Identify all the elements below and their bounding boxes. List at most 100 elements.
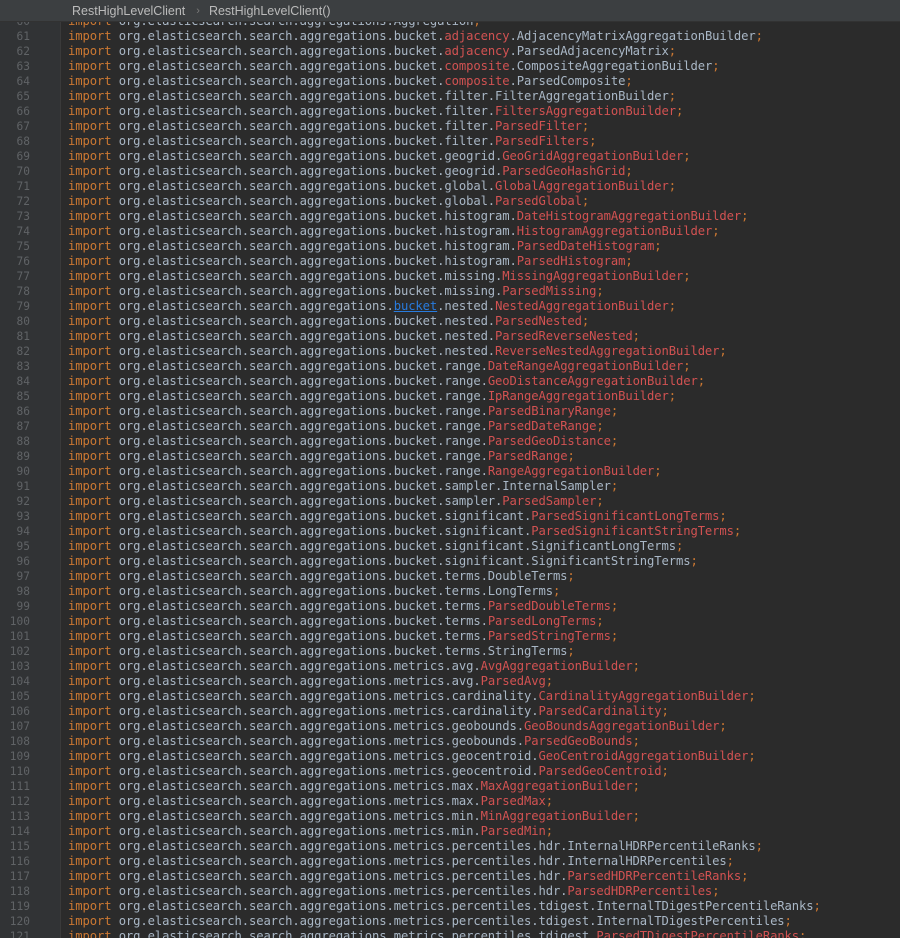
code-text[interactable]: import org.elasticsearch.search.aggregat… (68, 419, 604, 434)
code-text[interactable]: import org.elasticsearch.search.aggregat… (68, 269, 691, 284)
code-line[interactable]: 76 import org.elasticsearch.search.aggreg… (0, 254, 900, 269)
code-line[interactable]: 103 import org.elasticsearch.search.aggre… (0, 659, 900, 674)
code-line[interactable]: 106 import org.elasticsearch.search.aggre… (0, 704, 900, 719)
breadcrumb-item-method[interactable]: RestHighLevelClient() (209, 4, 331, 18)
code-text[interactable]: import org.elasticsearch.search.aggregat… (68, 299, 676, 314)
code-line[interactable]: 65 import org.elasticsearch.search.aggreg… (0, 89, 900, 104)
code-text[interactable]: import org.elasticsearch.search.aggregat… (68, 89, 676, 104)
code-line[interactable]: 107 import org.elasticsearch.search.aggre… (0, 719, 900, 734)
code-line[interactable]: 108 import org.elasticsearch.search.aggre… (0, 734, 900, 749)
code-text[interactable]: import org.elasticsearch.search.aggregat… (68, 239, 662, 254)
code-line[interactable]: 102 import org.elasticsearch.search.aggre… (0, 644, 900, 659)
code-line[interactable]: 113 import org.elasticsearch.search.aggre… (0, 809, 900, 824)
code-line[interactable]: 118 import org.elasticsearch.search.aggre… (0, 884, 900, 899)
code-text[interactable]: import org.elasticsearch.search.aggregat… (68, 524, 741, 539)
code-text[interactable]: import org.elasticsearch.search.aggregat… (68, 389, 676, 404)
code-line[interactable]: 72 import org.elasticsearch.search.aggreg… (0, 194, 900, 209)
code-line[interactable]: 99 import org.elasticsearch.search.aggreg… (0, 599, 900, 614)
code-text[interactable]: import org.elasticsearch.search.aggregat… (68, 29, 763, 44)
code-text[interactable]: import org.elasticsearch.search.aggregat… (68, 284, 604, 299)
code-line[interactable]: 91 import org.elasticsearch.search.aggreg… (0, 479, 900, 494)
code-line[interactable]: 68 import org.elasticsearch.search.aggreg… (0, 134, 900, 149)
code-line[interactable]: 71 import org.elasticsearch.search.aggreg… (0, 179, 900, 194)
code-text[interactable]: import org.elasticsearch.search.aggregat… (68, 554, 698, 569)
code-text[interactable]: import org.elasticsearch.search.aggregat… (68, 44, 676, 59)
code-line[interactable]: 64 import org.elasticsearch.search.aggreg… (0, 74, 900, 89)
code-text[interactable]: import org.elasticsearch.search.aggregat… (68, 569, 575, 584)
code-line[interactable]: 88 import org.elasticsearch.search.aggreg… (0, 434, 900, 449)
breadcrumb-item-class[interactable]: RestHighLevelClient (72, 4, 185, 18)
code-line[interactable]: 93 import org.elasticsearch.search.aggreg… (0, 509, 900, 524)
code-text[interactable]: import org.elasticsearch.search.aggregat… (68, 149, 691, 164)
code-line[interactable]: 83 import org.elasticsearch.search.aggreg… (0, 359, 900, 374)
code-text[interactable]: import org.elasticsearch.search.aggregat… (68, 134, 596, 149)
code-text[interactable]: import org.elasticsearch.search.aggregat… (68, 119, 589, 134)
code-text[interactable]: import org.elasticsearch.search.aggregat… (68, 914, 792, 929)
code-text[interactable]: import org.elasticsearch.search.aggregat… (68, 179, 676, 194)
code-line[interactable]: 69 import org.elasticsearch.search.aggreg… (0, 149, 900, 164)
code-line[interactable]: 89 import org.elasticsearch.search.aggreg… (0, 449, 900, 464)
code-line[interactable]: 73 import org.elasticsearch.search.aggreg… (0, 209, 900, 224)
code-line[interactable]: 114 import org.elasticsearch.search.aggre… (0, 824, 900, 839)
code-line[interactable]: 85 import org.elasticsearch.search.aggreg… (0, 389, 900, 404)
code-text[interactable]: import org.elasticsearch.search.aggregat… (68, 689, 756, 704)
code-line[interactable]: 70 import org.elasticsearch.search.aggreg… (0, 164, 900, 179)
code-text[interactable]: import org.elasticsearch.search.aggregat… (68, 314, 589, 329)
code-text[interactable]: import org.elasticsearch.search.aggregat… (68, 884, 720, 899)
code-text[interactable]: import org.elasticsearch.search.aggregat… (68, 374, 705, 389)
code-line[interactable]: 61 import org.elasticsearch.search.aggreg… (0, 29, 900, 44)
code-line[interactable]: 110 import org.elasticsearch.search.aggre… (0, 764, 900, 779)
code-text[interactable]: import org.elasticsearch.search.aggregat… (68, 209, 748, 224)
code-text[interactable]: import org.elasticsearch.search.aggregat… (68, 779, 640, 794)
code-text[interactable]: import org.elasticsearch.search.aggregat… (68, 434, 618, 449)
code-text[interactable]: import org.elasticsearch.search.aggregat… (68, 494, 604, 509)
code-text[interactable]: import org.elasticsearch.search.aggregat… (68, 74, 633, 89)
code-line[interactable]: 74 import org.elasticsearch.search.aggreg… (0, 224, 900, 239)
code-line[interactable]: 117 import org.elasticsearch.search.aggre… (0, 869, 900, 884)
code-text[interactable]: import org.elasticsearch.search.aggregat… (68, 224, 720, 239)
code-line[interactable]: 81 import org.elasticsearch.search.aggreg… (0, 329, 900, 344)
code-text[interactable]: import org.elasticsearch.search.aggregat… (68, 164, 633, 179)
code-line[interactable]: 86 import org.elasticsearch.search.aggreg… (0, 404, 900, 419)
code-text[interactable]: import org.elasticsearch.search.aggregat… (68, 404, 618, 419)
code-text[interactable]: import org.elasticsearch.search.aggregat… (68, 464, 662, 479)
code-text[interactable]: import org.elasticsearch.search.aggregat… (68, 719, 727, 734)
code-text[interactable]: import org.elasticsearch.search.aggregat… (68, 344, 727, 359)
code-line[interactable]: 66 import org.elasticsearch.search.aggreg… (0, 104, 900, 119)
code-line[interactable]: 100 import org.elasticsearch.search.aggre… (0, 614, 900, 629)
code-text[interactable]: import org.elasticsearch.search.aggregat… (68, 329, 640, 344)
code-text[interactable]: import org.elasticsearch.search.aggregat… (68, 824, 553, 839)
code-line[interactable]: 112 import org.elasticsearch.search.aggre… (0, 794, 900, 809)
code-line[interactable]: 97 import org.elasticsearch.search.aggreg… (0, 569, 900, 584)
code-text[interactable]: import org.elasticsearch.search.aggregat… (68, 509, 727, 524)
code-line[interactable]: 111 import org.elasticsearch.search.aggre… (0, 779, 900, 794)
code-line[interactable]: 116 import org.elasticsearch.search.aggre… (0, 854, 900, 869)
code-line[interactable]: 109 import org.elasticsearch.search.aggre… (0, 749, 900, 764)
code-text[interactable]: import org.elasticsearch.search.aggregat… (68, 479, 618, 494)
code-text[interactable]: import org.elasticsearch.search.aggregat… (68, 614, 604, 629)
code-line[interactable]: 115 import org.elasticsearch.search.aggre… (0, 839, 900, 854)
code-text[interactable]: import org.elasticsearch.search.aggregat… (68, 839, 763, 854)
code-line[interactable]: 62 import org.elasticsearch.search.aggreg… (0, 44, 900, 59)
code-text[interactable]: import org.elasticsearch.search.aggregat… (68, 749, 756, 764)
code-text[interactable]: import org.elasticsearch.search.aggregat… (68, 629, 618, 644)
code-text[interactable]: import org.elasticsearch.search.aggregat… (68, 794, 553, 809)
code-text[interactable]: import org.elasticsearch.search.aggregat… (68, 659, 640, 674)
code-text[interactable]: import org.elasticsearch.search.aggregat… (68, 449, 575, 464)
code-text[interactable]: import org.elasticsearch.search.aggregat… (68, 854, 734, 869)
code-text[interactable]: import org.elasticsearch.search.aggregat… (68, 674, 553, 689)
code-line[interactable]: 75 import org.elasticsearch.search.aggreg… (0, 239, 900, 254)
code-line[interactable]: 90 import org.elasticsearch.search.aggreg… (0, 464, 900, 479)
code-text[interactable]: import org.elasticsearch.search.aggregat… (68, 104, 683, 119)
code-line[interactable]: 82 import org.elasticsearch.search.aggreg… (0, 344, 900, 359)
code-text[interactable]: import org.elasticsearch.search.aggregat… (68, 599, 618, 614)
code-editor[interactable]: 60import org.elasticsearch.search.aggreg… (0, 0, 900, 938)
code-line[interactable]: 78 import org.elasticsearch.search.aggreg… (0, 284, 900, 299)
code-line[interactable]: 63 import org.elasticsearch.search.aggreg… (0, 59, 900, 74)
code-line[interactable]: 84 import org.elasticsearch.search.aggreg… (0, 374, 900, 389)
code-text[interactable]: import org.elasticsearch.search.aggregat… (68, 59, 720, 74)
code-line[interactable]: 121 import org.elasticsearch.search.aggre… (0, 929, 900, 938)
code-text[interactable]: import org.elasticsearch.search.aggregat… (68, 539, 683, 554)
code-text[interactable]: import org.elasticsearch.search.aggregat… (68, 704, 669, 719)
code-line[interactable]: 98 import org.elasticsearch.search.aggreg… (0, 584, 900, 599)
